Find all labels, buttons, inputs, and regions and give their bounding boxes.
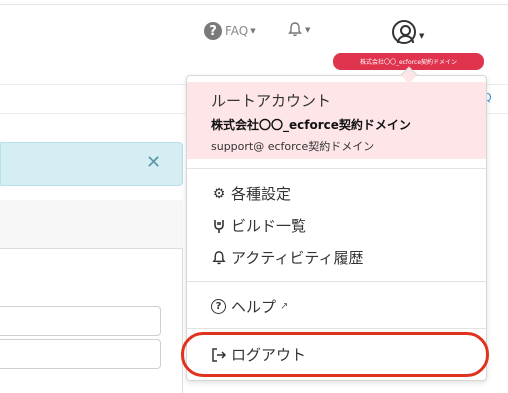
- menu-item-label: アクティビティ履歴: [231, 249, 364, 267]
- account-email: support@ ecforce契約ドメイン: [211, 140, 375, 153]
- close-icon[interactable]: ✕: [146, 152, 161, 173]
- divider: [187, 328, 486, 329]
- faq-label: FAQ: [225, 24, 249, 38]
- bell-icon: [288, 22, 302, 37]
- menu-item-settings[interactable]: ⚙ 各種設定: [211, 183, 291, 204]
- divider: [187, 281, 486, 282]
- question-circle-icon: ?: [204, 22, 222, 40]
- account-menu-toggle[interactable]: ▼: [392, 20, 424, 44]
- text-input[interactable]: [0, 306, 161, 336]
- divider: [0, 4, 508, 5]
- faq-menu[interactable]: ? FAQ ▼: [204, 22, 256, 40]
- notification-menu[interactable]: ▼: [287, 21, 310, 38]
- account-company: 株式会社〇〇_ecforce契約ドメイン: [211, 118, 411, 132]
- caret-down-icon: ▼: [250, 27, 256, 35]
- question-circle-icon: ?: [211, 299, 226, 314]
- logout-highlight-annotation: [181, 332, 489, 377]
- gear-icon: ⚙: [212, 185, 226, 202]
- caret-down-icon: ▼: [419, 32, 425, 40]
- menu-item-label: 各種設定: [231, 185, 292, 203]
- user-circle-icon: [392, 20, 416, 44]
- menu-item-activity[interactable]: アクティビティ履歴: [211, 247, 363, 268]
- text-input[interactable]: [0, 339, 161, 369]
- bell-icon: [212, 250, 226, 264]
- external-link-icon: ↗: [280, 301, 289, 312]
- card-header: [0, 200, 183, 249]
- plug-icon: [214, 219, 224, 233]
- menu-item-label: ビルド一覧: [231, 217, 307, 235]
- menu-item-label: ヘルプ: [231, 298, 277, 316]
- account-role: ルートアカウント: [211, 92, 332, 110]
- divider: [187, 168, 486, 169]
- menu-item-help[interactable]: ? ヘルプ ↗: [211, 296, 288, 317]
- menu-item-builds[interactable]: ビルド一覧: [211, 215, 306, 236]
- caret-down-icon: ▼: [305, 25, 311, 34]
